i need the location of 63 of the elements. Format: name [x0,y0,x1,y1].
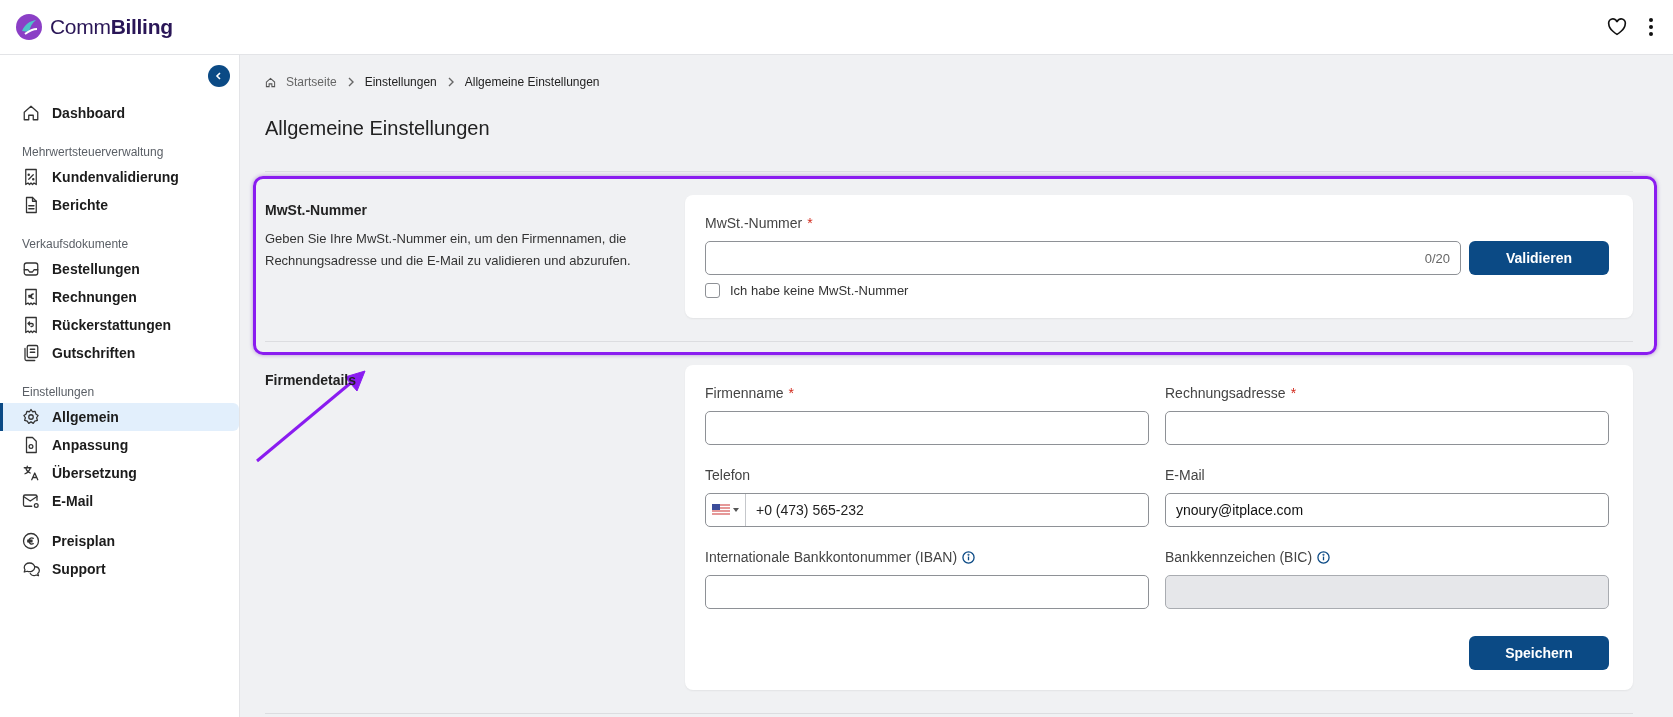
sidebar-heading: Mehrwertsteuerverwaltung [21,144,165,161]
logo-icon [16,14,42,40]
brand-name: CommBilling [50,15,173,39]
sidebar-item[interactable]: Anpassung [0,431,239,459]
field-label: Bankkennzeichen (BIC) [1165,549,1313,565]
checkbox-label: Ich habe keine MwSt.-Nummer [730,283,909,298]
sidebar-item[interactable]: Gutschriften [0,339,239,367]
flag-icon[interactable] [712,504,730,516]
heart-icon[interactable] [1607,18,1627,36]
field-label: Internationale Bankkontonummer (IBAN) [705,549,958,565]
caret-icon[interactable] [733,508,739,512]
save-button[interactable]: Speichern [1469,636,1609,670]
percent-receipt-icon [22,168,40,186]
documents-icon [22,344,40,362]
field-label: E-Mail [1165,467,1205,483]
more-icon[interactable] [1649,18,1653,36]
field-label: Telefon [705,467,751,483]
sidebar-item[interactable]: Berichte [0,191,239,219]
sidebar-heading: Einstellungen [21,384,96,401]
chevron-left-icon [214,71,224,81]
vat-number-field[interactable]: 0/20 [705,241,1461,275]
gear-icon [22,408,40,426]
text-field[interactable] [705,411,1149,445]
breadcrumb-link[interactable]: Einstellungen [364,75,437,89]
home-icon [22,104,40,122]
sidebar-item[interactable]: Allgemein [0,403,239,431]
section-description: Geben Sie Ihre MwSt.-Nummer ein, um den Firmennamen, die Rechnungsadresse und die E-Mail zu validieren und abzurufen. [265,230,632,270]
checkbox[interactable] [705,283,720,298]
home-icon [265,76,276,88]
euro-coin-icon [22,532,40,550]
field-label: Firmenname [705,385,784,401]
translate-icon [22,464,40,482]
required-mark: * [1290,385,1297,401]
mail-gear-icon [22,492,40,510]
sidebar-item[interactable]: Kundenvalidierung [0,163,239,191]
required-mark: * [807,215,813,231]
chat-bubbles-icon [22,560,40,578]
field-label: Rechnungsadresse [1165,385,1286,401]
section-title: MwSt.-Nummer [265,202,368,218]
sidebar-item[interactable]: Bestellungen [0,255,239,283]
phone-field[interactable]: +0 (473) 565-232 [705,493,1149,527]
breadcrumb-link[interactable]: Startseite [286,75,337,89]
text-field[interactable]: ynoury@itplace.com [1165,493,1609,527]
sidebar-heading: Verkaufsdokumente [21,236,130,253]
sidebar-item[interactable]: Preisplan [0,527,239,555]
return-receipt-icon [22,316,40,334]
inbox-icon [22,260,40,278]
required-mark: * [788,385,795,401]
sidebar-item[interactable]: Support [0,555,239,583]
page-title: Allgemeine Einstellungen [265,116,491,141]
collapse-sidebar-button[interactable] [208,65,230,87]
chevron-right-icon [346,77,355,87]
sidebar-item[interactable]: Rechnungen [0,283,239,311]
sidebar-item[interactable]: E-Mail [0,487,239,515]
text-field[interactable] [1165,411,1609,445]
sidebar-item[interactable]: Dashboard [0,99,239,127]
sidebar-item[interactable]: Rückerstattungen [0,311,239,339]
sidebar-item[interactable]: Übersetzung [0,459,239,487]
validate-button[interactable]: Validieren [1469,241,1609,275]
info-icon[interactable] [962,550,976,564]
field-label: MwSt.-Nummer [705,215,803,231]
text-field[interactable] [705,575,1149,609]
chevron-right-icon [446,77,455,87]
